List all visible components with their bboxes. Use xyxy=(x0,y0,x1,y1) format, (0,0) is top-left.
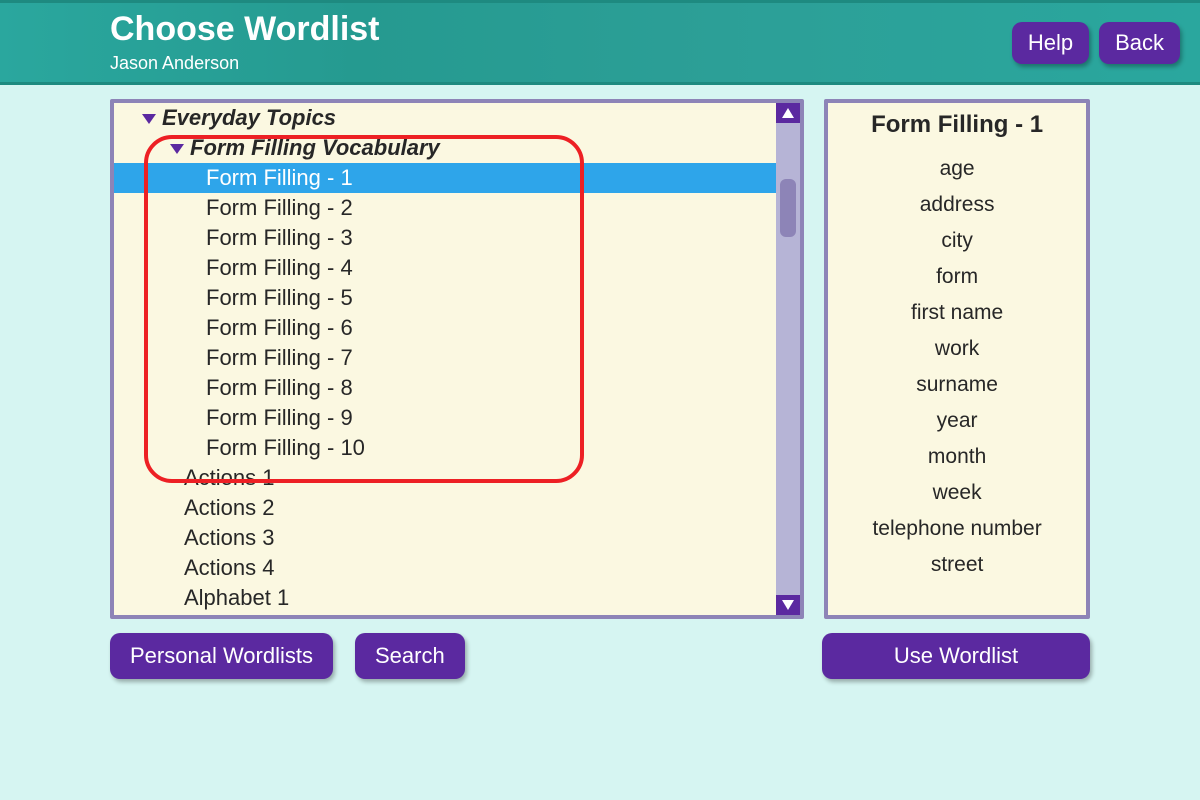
tree-item[interactable]: Form Filling - 7 xyxy=(114,343,776,373)
scroll-down-button[interactable] xyxy=(776,595,800,615)
preview-word: address xyxy=(828,187,1086,223)
preview-word: surname xyxy=(828,367,1086,403)
preview-word: form xyxy=(828,259,1086,295)
tree-root-everyday-topics[interactable]: Everyday Topics xyxy=(114,103,776,133)
preview-word: age xyxy=(828,151,1086,187)
tree-group-form-filling-vocabulary[interactable]: Form Filling Vocabulary xyxy=(114,133,776,163)
tree-item[interactable]: Actions 1 xyxy=(114,463,776,493)
back-button[interactable]: Back xyxy=(1099,22,1180,64)
tree-item[interactable]: Form Filling - 5 xyxy=(114,283,776,313)
tree-item[interactable]: Form Filling - 6 xyxy=(114,313,776,343)
preview-title: Form Filling - 1 xyxy=(828,111,1086,139)
wordlist-preview-panel: Form Filling - 1 ageaddresscityformfirst… xyxy=(824,99,1090,619)
user-name: Jason Anderson xyxy=(110,53,1012,74)
tree-item[interactable]: Actions 3 xyxy=(114,523,776,553)
wordlist-tree-panel: Everyday Topics Form Filling Vocabulary … xyxy=(110,99,804,619)
scroll-up-button[interactable] xyxy=(776,103,800,123)
chevron-down-icon xyxy=(142,114,156,124)
tree-item[interactable]: Actions 2 xyxy=(114,493,776,523)
tree-item[interactable]: Alphabet 1 xyxy=(114,583,776,613)
tree-item[interactable]: Form Filling - 10 xyxy=(114,433,776,463)
preview-word: telephone number xyxy=(828,511,1086,547)
preview-word: first name xyxy=(828,295,1086,331)
tree-scrollbar[interactable] xyxy=(776,103,800,615)
tree-item[interactable]: Form Filling - 3 xyxy=(114,223,776,253)
search-button[interactable]: Search xyxy=(355,633,465,679)
preview-word: city xyxy=(828,223,1086,259)
preview-word: work xyxy=(828,331,1086,367)
header-actions: Help Back xyxy=(1012,22,1180,64)
tree-item[interactable]: Form Filling - 2 xyxy=(114,193,776,223)
page-title: Choose Wordlist xyxy=(110,11,1012,48)
footer-actions: Personal Wordlists Search Use Wordlist xyxy=(0,619,1200,679)
content-area: Everyday Topics Form Filling Vocabulary … xyxy=(0,85,1200,619)
tree-scroll: Everyday Topics Form Filling Vocabulary … xyxy=(114,103,800,615)
tree-item[interactable]: Form Filling - 9 xyxy=(114,403,776,433)
use-wordlist-button[interactable]: Use Wordlist xyxy=(822,633,1090,679)
tree-item[interactable]: Form Filling - 1 xyxy=(114,163,776,193)
preview-word: week xyxy=(828,475,1086,511)
scroll-thumb[interactable] xyxy=(780,179,796,237)
personal-wordlists-button[interactable]: Personal Wordlists xyxy=(110,633,333,679)
chevron-down-icon xyxy=(170,144,184,154)
tree-item[interactable]: Form Filling - 4 xyxy=(114,253,776,283)
header-left: Choose Wordlist Jason Anderson xyxy=(110,11,1012,73)
preview-word: year xyxy=(828,403,1086,439)
header-bar: Choose Wordlist Jason Anderson Help Back xyxy=(0,0,1200,85)
preview-word: month xyxy=(828,439,1086,475)
scroll-track[interactable] xyxy=(776,123,800,595)
help-button[interactable]: Help xyxy=(1012,22,1089,64)
tree-item[interactable]: Actions 4 xyxy=(114,553,776,583)
preview-word: street xyxy=(828,547,1086,583)
tree-item[interactable]: Form Filling - 8 xyxy=(114,373,776,403)
